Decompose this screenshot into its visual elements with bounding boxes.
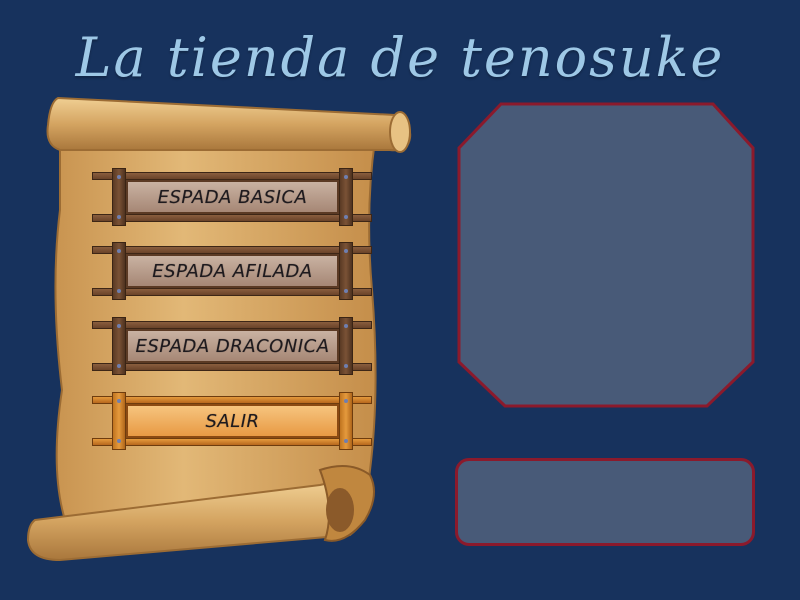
menu-item-espada-basica[interactable]: ESPADA BASICA (92, 168, 372, 226)
menu-item-label: ESPADA DRACONICA (126, 329, 339, 363)
menu-item-label: ESPADA BASICA (126, 180, 339, 214)
menu-item-espada-afilada[interactable]: ESPADA AFILADA (92, 242, 372, 300)
shop-title: La tienda de tenosuke (75, 26, 725, 89)
item-preview-panel (457, 102, 755, 408)
menu-item-label: ESPADA AFILADA (126, 254, 339, 288)
menu-item-espada-draconica[interactable]: ESPADA DRACONICA (92, 317, 372, 375)
menu-item-label: SALIR (126, 404, 339, 438)
item-info-panel (455, 458, 755, 546)
menu-scroll: ESPADA BASICA ESPADA AFILADA ESPADA DRAC… (20, 90, 420, 590)
menu-item-salir[interactable]: SALIR (92, 392, 372, 450)
